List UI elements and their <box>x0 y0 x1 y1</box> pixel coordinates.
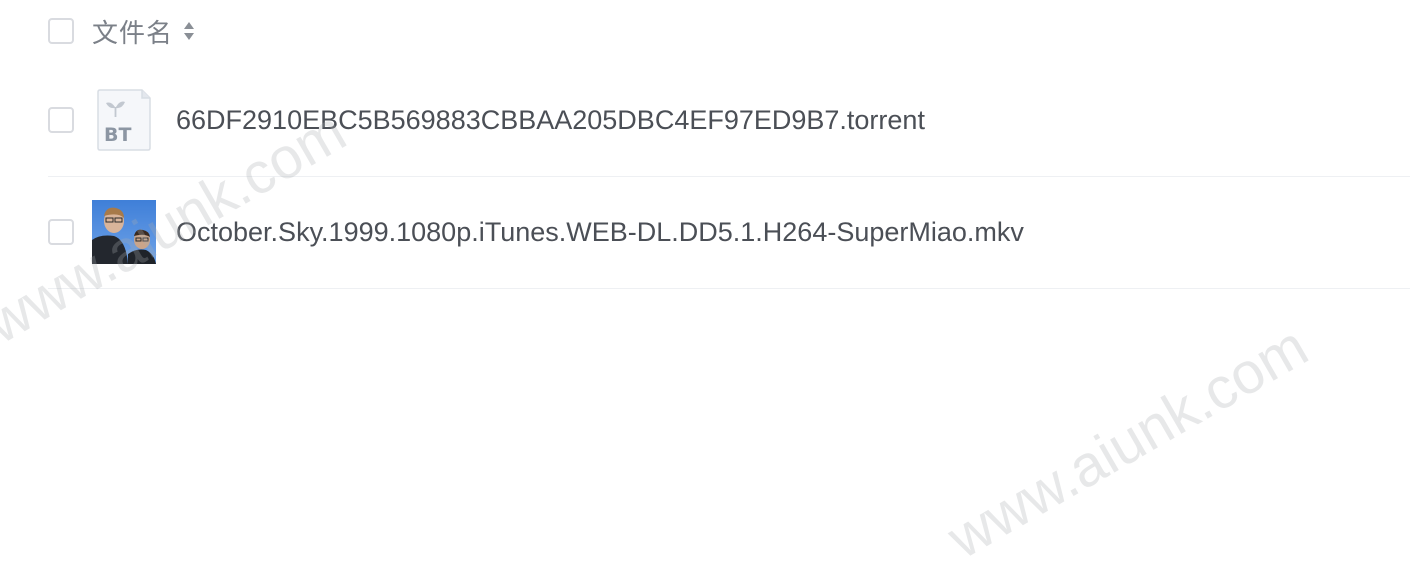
select-all-checkbox[interactable] <box>48 18 74 44</box>
file-row[interactable]: BT 66DF2910EBC5B569883CBBAA205DBC4EF97ED… <box>48 64 1410 177</box>
file-name[interactable]: 66DF2910EBC5B569883CBBAA205DBC4EF97ED9B7… <box>176 105 925 136</box>
file-list-header: 文件名 <box>48 13 195 50</box>
row-checkbox[interactable] <box>48 219 74 245</box>
sort-icon[interactable] <box>183 19 195 43</box>
file-list-page: 文件名 BT 66DF2910EBC5B569883CBBAA205DBC4EF… <box>0 0 1410 588</box>
video-thumbnail <box>92 200 156 264</box>
file-row[interactable]: October.Sky.1999.1080p.iTunes.WEB-DL.DD5… <box>48 176 1410 289</box>
column-header-filename[interactable]: 文件名 <box>92 13 173 50</box>
svg-text:BT: BT <box>104 124 131 146</box>
watermark-text: www.aiunk.com <box>937 313 1319 572</box>
file-name[interactable]: October.Sky.1999.1080p.iTunes.WEB-DL.DD5… <box>176 217 1024 248</box>
row-checkbox[interactable] <box>48 107 74 133</box>
bt-file-icon: BT <box>92 88 156 152</box>
